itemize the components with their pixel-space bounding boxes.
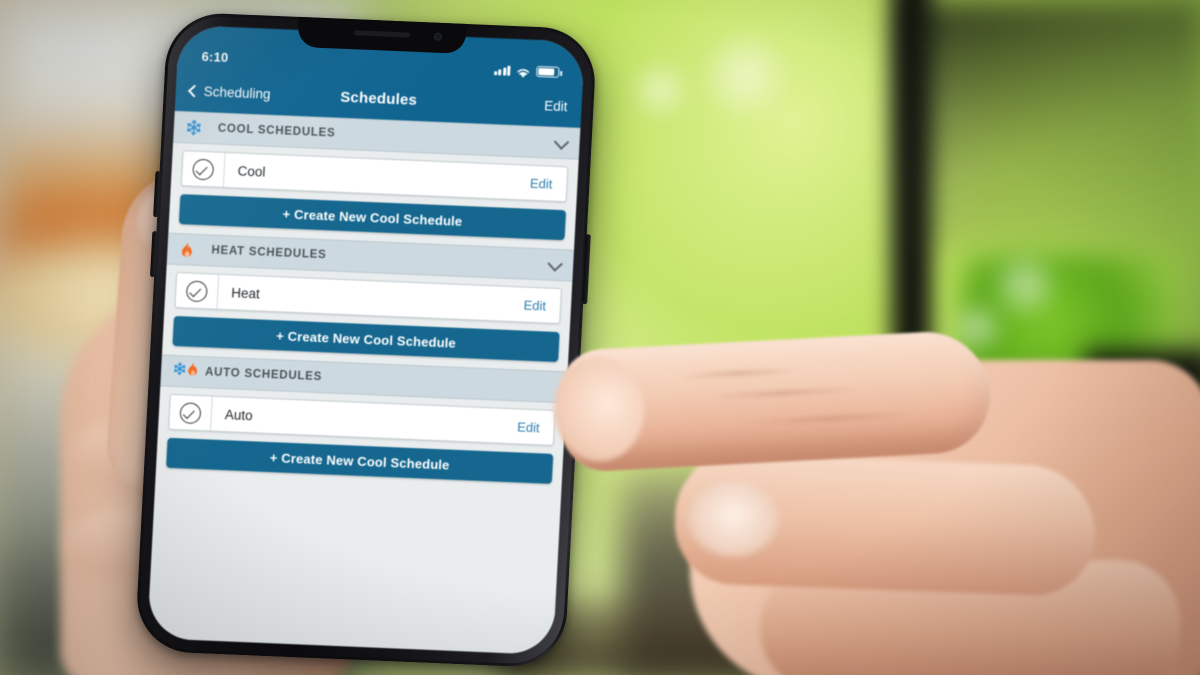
section-label-cool: COOL SCHEDULES (217, 122, 336, 140)
finger-crease (678, 368, 799, 379)
background-bokeh (630, 60, 690, 120)
schedule-row-cool[interactable]: Cool Edit (180, 150, 569, 203)
check-circle-icon[interactable] (169, 394, 213, 431)
fingernail (685, 479, 781, 559)
chevron-down-icon[interactable] (553, 133, 570, 150)
earpiece-speaker (353, 30, 411, 38)
schedules-list: COOL SCHEDULES Cool Edit + Create New Co… (147, 110, 581, 656)
right-middle-finger (672, 452, 1098, 598)
snowflake-icon (185, 119, 216, 136)
front-camera (433, 32, 443, 41)
schedule-row-heat[interactable]: Heat Edit (174, 271, 562, 325)
chevron-left-icon (187, 84, 201, 97)
check-circle-icon[interactable] (181, 151, 226, 187)
fingertip (551, 354, 647, 464)
status-time: 6:10 (201, 48, 229, 65)
schedule-edit-button[interactable]: Edit (523, 297, 560, 314)
wifi-icon (516, 65, 531, 78)
check-circle-icon[interactable] (175, 273, 220, 309)
schedule-edit-button[interactable]: Edit (530, 175, 567, 192)
section-label-auto: AUTO SCHEDULES (204, 366, 323, 384)
create-auto-schedule-button[interactable]: + Create New Cool Schedule (166, 437, 554, 484)
phone-screen: 6:10 Scheduling Schedules Edit COOL SCHE… (147, 24, 585, 656)
status-icons (493, 64, 560, 78)
right-index-finger (551, 328, 993, 474)
nav-edit-button[interactable]: Edit (544, 98, 568, 114)
finger-crease (751, 412, 911, 425)
back-button[interactable]: Scheduling (187, 83, 271, 102)
schedule-name: Heat (230, 284, 261, 302)
schedule-name: Cool (237, 162, 266, 180)
schedule-name: Auto (224, 406, 254, 423)
back-button-label: Scheduling (203, 83, 271, 102)
section-label-heat: HEAT SCHEDULES (211, 244, 327, 262)
signal-bars-icon (493, 65, 511, 76)
flame-icon (179, 241, 210, 259)
smartphone: 6:10 Scheduling Schedules Edit COOL SCHE… (134, 11, 598, 669)
photo-scene: 6:10 Scheduling Schedules Edit COOL SCHE… (0, 0, 1200, 675)
schedule-edit-button[interactable]: Edit (517, 419, 554, 436)
snowflake-icon (173, 362, 187, 381)
finger-crease (709, 387, 860, 399)
auto-mode-icon (173, 361, 204, 382)
app-ui: 6:10 Scheduling Schedules Edit COOL SCHE… (147, 24, 585, 656)
schedule-row-auto[interactable]: Auto Edit (168, 393, 556, 446)
background-bokeh (700, 30, 790, 120)
page-title: Schedules (339, 88, 418, 109)
battery-icon (536, 65, 560, 78)
right-hand (551, 210, 1200, 675)
flame-icon (186, 362, 200, 383)
